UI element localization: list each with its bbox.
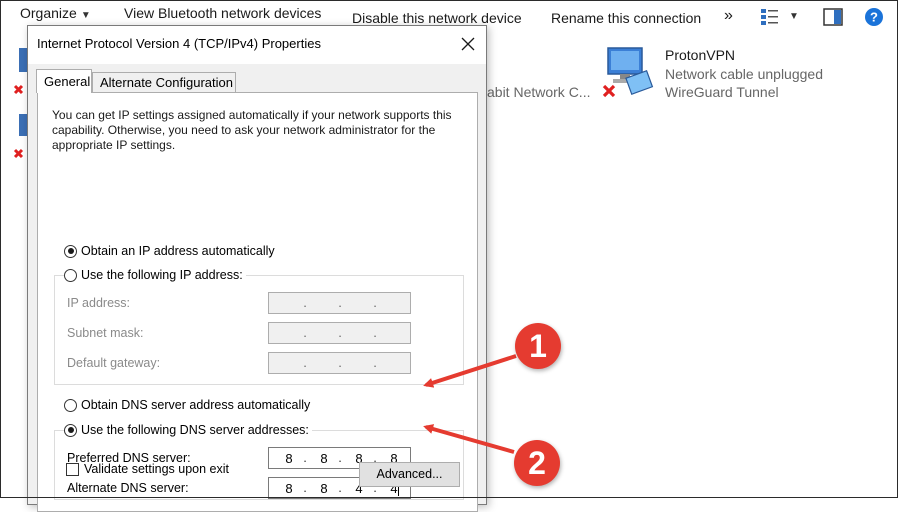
tab-general[interactable]: General xyxy=(36,69,92,93)
octet: 8 xyxy=(285,481,293,496)
callout-2: 2 xyxy=(514,440,560,486)
close-icon[interactable] xyxy=(458,34,478,54)
validate-checkbox[interactable]: Validate settings upon exit xyxy=(66,462,229,476)
dialog-titlebar: Internet Protocol Version 4 (TCP/IPv4) P… xyxy=(28,26,486,64)
callout-1: 1 xyxy=(515,323,561,369)
radio-selected-icon xyxy=(64,423,77,437)
chevron-down-icon: ▼ xyxy=(80,10,91,21)
tab-alternate-configuration[interactable]: Alternate Configuration xyxy=(92,72,236,93)
ip-address-label: IP address: xyxy=(67,296,131,310)
vpn-name: ProtonVPN xyxy=(665,47,736,63)
organize-label: Organize xyxy=(20,5,77,21)
validate-label: Validate settings upon exit xyxy=(84,462,230,476)
preview-pane-icon[interactable] xyxy=(823,8,843,31)
ip-manual-radio[interactable]: Use the following IP address: xyxy=(64,268,246,282)
octet: 8 xyxy=(320,451,328,466)
help-icon[interactable]: ? xyxy=(864,7,884,32)
general-panel: You can get IP settings assigned automat… xyxy=(37,92,478,512)
vpn-adapter-icon[interactable] xyxy=(600,44,660,107)
view-bluetooth-button[interactable]: View Bluetooth network devices xyxy=(124,3,321,23)
radio-unselected-icon xyxy=(64,398,77,412)
svg-text:?: ? xyxy=(870,10,878,25)
octet: 8 xyxy=(320,481,328,496)
dns-manual-radio[interactable]: Use the following DNS server addresses: xyxy=(64,423,312,437)
subnet-mask-label: Subnet mask: xyxy=(67,326,144,340)
alternate-dns-label: Alternate DNS server: xyxy=(67,481,189,495)
ip-auto-label: Obtain an IP address automatically xyxy=(81,244,275,258)
vpn-status: Network cable unplugged xyxy=(665,66,823,82)
change-view-icon[interactable] xyxy=(760,8,780,31)
default-gateway-label: Default gateway: xyxy=(67,356,161,370)
radio-selected-icon xyxy=(64,244,77,258)
dns-manual-label: Use the following DNS server addresses: xyxy=(81,423,309,437)
view-options-chevron-icon[interactable]: ▼ xyxy=(789,11,799,22)
default-gateway-field[interactable]: ... xyxy=(268,352,411,374)
ip-auto-radio[interactable]: Obtain an IP address automatically xyxy=(64,244,275,258)
dns-auto-radio[interactable]: Obtain DNS server address automatically xyxy=(64,398,310,412)
dialog-title: Internet Protocol Version 4 (TCP/IPv4) P… xyxy=(37,36,321,51)
partial-adapter-label: abit Network C... xyxy=(487,84,591,100)
advanced-button[interactable]: Advanced... xyxy=(359,462,460,487)
intro-text: You can get IP settings assigned automat… xyxy=(52,108,452,152)
ip-manual-label: Use the following IP address: xyxy=(81,268,243,282)
network-adapter-icon xyxy=(13,48,27,108)
subnet-mask-field[interactable]: ... xyxy=(268,322,411,344)
dns-auto-label: Obtain DNS server address automatically xyxy=(81,398,311,412)
rename-connection-button[interactable]: Rename this connection xyxy=(551,8,701,28)
network-adapter-icon xyxy=(13,114,27,174)
vpn-type: WireGuard Tunnel xyxy=(665,84,779,100)
more-commands-button[interactable]: » xyxy=(724,6,733,26)
ip-address-field[interactable]: ... xyxy=(268,292,411,314)
ipv4-properties-dialog: Internet Protocol Version 4 (TCP/IPv4) P… xyxy=(27,25,487,512)
checkbox-unchecked-icon xyxy=(66,462,79,476)
organize-button[interactable]: Organize ▼ xyxy=(20,3,91,26)
radio-unselected-icon xyxy=(64,268,77,282)
octet: 8 xyxy=(285,451,293,466)
